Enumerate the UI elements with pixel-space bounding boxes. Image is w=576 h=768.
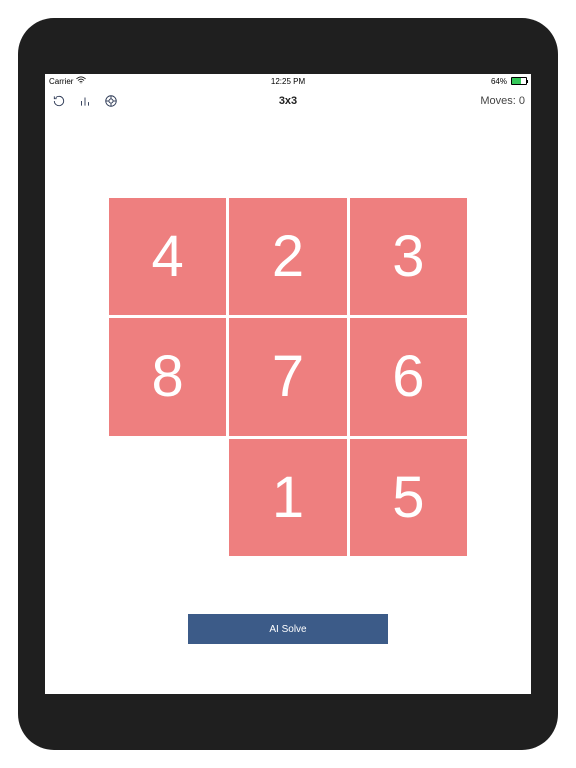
carrier-label: Carrier (49, 77, 73, 86)
battery-percent-label: 64% (491, 77, 507, 86)
help-icon[interactable] (103, 93, 119, 109)
puzzle-tile (109, 439, 226, 556)
moves-value: 0 (519, 95, 525, 107)
status-bar-left: Carrier (49, 76, 86, 86)
ai-solve-button[interactable]: AI Solve (188, 614, 388, 644)
status-bar-right: 64% (491, 77, 527, 86)
puzzle-tile[interactable]: 8 (109, 318, 226, 435)
puzzle-tile[interactable]: 5 (350, 439, 467, 556)
puzzle-tile[interactable]: 3 (350, 198, 467, 315)
clock-label: 12:25 PM (45, 77, 531, 86)
puzzle-board: 4 2 3 8 7 6 1 5 (109, 198, 467, 556)
puzzle-tile[interactable]: 1 (229, 439, 346, 556)
device-frame: Carrier 12:25 PM 64% (18, 18, 558, 750)
status-bar: Carrier 12:25 PM 64% (45, 74, 531, 88)
puzzle-tile[interactable]: 6 (350, 318, 467, 435)
puzzle-tile[interactable]: 2 (229, 198, 346, 315)
nav-bar: 3x3 Moves: 0 (45, 88, 531, 114)
board-container: 4 2 3 8 7 6 1 5 (45, 198, 531, 556)
wifi-icon (76, 76, 86, 86)
puzzle-tile[interactable]: 7 (229, 318, 346, 435)
moves-counter: Moves: 0 (480, 95, 525, 107)
stage: Carrier 12:25 PM 64% (0, 0, 576, 768)
battery-icon (511, 77, 527, 85)
stats-icon[interactable] (77, 93, 93, 109)
nav-left (51, 93, 119, 109)
moves-label: Moves: (480, 95, 519, 107)
device-screen: Carrier 12:25 PM 64% (45, 74, 531, 694)
refresh-icon[interactable] (51, 93, 67, 109)
puzzle-tile[interactable]: 4 (109, 198, 226, 315)
